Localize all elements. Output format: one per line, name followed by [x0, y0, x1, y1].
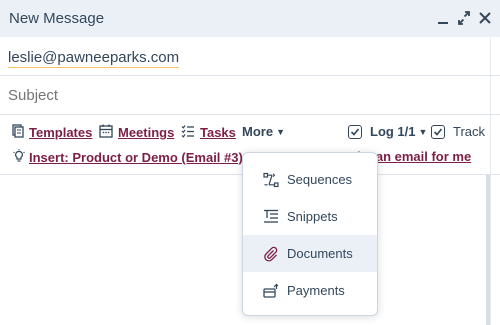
calendar-icon [99, 124, 113, 141]
window-title: New Message [9, 10, 105, 27]
log-label: Log 1/1 [370, 124, 416, 139]
compose-toolbar: Templates Meetings Tasks More ▼ Log 1/1 … [0, 120, 500, 144]
tasks-label: Tasks [200, 125, 236, 140]
payments-icon [263, 283, 279, 299]
minimize-icon[interactable] [436, 9, 450, 27]
meetings-button[interactable]: Meetings [99, 124, 174, 141]
scrollbar[interactable] [486, 175, 490, 325]
templates-icon [12, 124, 24, 141]
subject-input[interactable] [8, 87, 308, 104]
menu-item-sequences[interactable]: Sequences [243, 161, 377, 198]
menu-item-label: Sequences [287, 172, 353, 187]
track-label: Track [453, 124, 486, 139]
templates-label: Templates [29, 125, 93, 140]
close-icon[interactable] [478, 9, 492, 27]
snippets-icon [263, 209, 279, 225]
menu-item-label: Snippets [287, 209, 338, 224]
track-checkbox[interactable] [431, 124, 445, 139]
menu-item-label: Payments [287, 283, 345, 298]
compose-header: New Message [0, 0, 500, 37]
track-toggle[interactable]: Track [431, 124, 485, 139]
chevron-down-icon: ▼ [418, 126, 428, 137]
tasks-icon [181, 124, 195, 141]
lightbulb-icon [12, 149, 26, 166]
paperclip-icon [263, 246, 279, 262]
insert-suggestion[interactable]: Insert: Product or Demo (Email #3) [12, 149, 243, 166]
more-menu: Sequences Snippets Documents Payments [242, 152, 378, 316]
recipient-email[interactable]: leslie@pawneeparks.com [8, 49, 180, 68]
menu-item-payments[interactable]: Payments [243, 272, 377, 309]
more-label: More [242, 124, 274, 139]
log-toggle[interactable]: Log 1/1 ▼ [348, 124, 427, 139]
more-dropdown[interactable]: More ▼ [242, 124, 285, 139]
expand-icon[interactable] [457, 9, 471, 27]
templates-button[interactable]: Templates [12, 124, 92, 141]
to-field[interactable]: leslie@pawneeparks.com [0, 37, 500, 76]
menu-item-label: Documents [287, 246, 353, 261]
sequences-icon [263, 172, 279, 188]
menu-item-documents[interactable]: Documents [243, 235, 377, 272]
chevron-down-icon: ▼ [276, 126, 285, 137]
menu-item-snippets[interactable]: Snippets [243, 198, 377, 235]
log-checkbox[interactable] [348, 124, 362, 139]
subject-row [0, 76, 500, 115]
tasks-button[interactable]: Tasks [181, 124, 236, 141]
meetings-label: Meetings [118, 125, 175, 140]
insert-label: Insert: Product or Demo (Email #3) [29, 150, 243, 165]
